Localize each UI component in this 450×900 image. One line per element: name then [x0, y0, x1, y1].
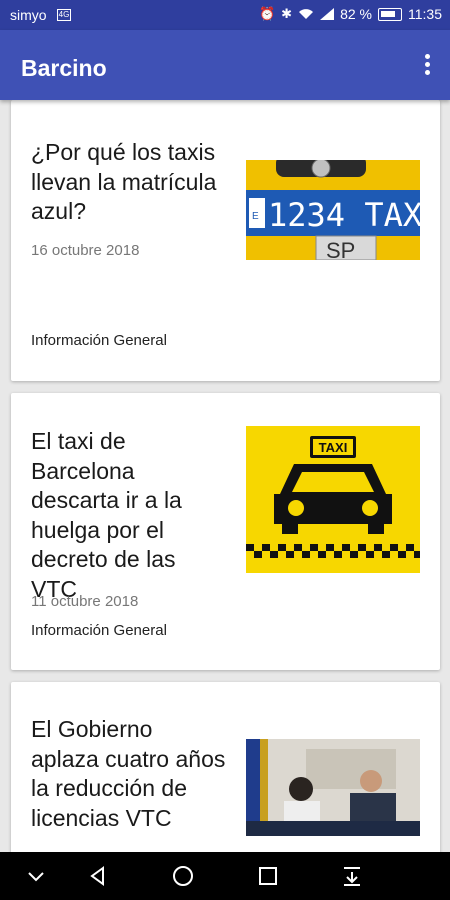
article-feed[interactable]: ¿Por qué los taxis llevan la matrícula a… [0, 100, 450, 852]
app-bar: Barcino [0, 30, 450, 100]
article-thumbnail[interactable]: E 1234 TAX SP [246, 160, 420, 260]
article-card[interactable]: El taxi de Barcelona descarta ir a la hu… [11, 393, 440, 670]
app-title: Barcino [21, 55, 107, 81]
alarm-icon: ⏰ [258, 6, 276, 21]
signal-icon [320, 8, 335, 20]
wifi-icon [299, 9, 314, 19]
article-card[interactable]: ¿Por qué los taxis llevan la matrícula a… [11, 100, 440, 381]
notification-pull-icon[interactable] [340, 864, 364, 888]
chevron-down-icon[interactable] [24, 864, 48, 888]
carrier-label: simyo [10, 7, 47, 23]
taxi-illustration: TAXI [246, 426, 420, 573]
system-navigation-bar [0, 852, 450, 900]
vibrate-icon: ✱ [281, 6, 293, 21]
plate-number: 1234 TAX [268, 196, 420, 234]
clock: 11:35 [408, 6, 442, 22]
article-category: Información General [31, 332, 167, 349]
press-conference-photo [246, 739, 420, 836]
back-icon[interactable] [86, 864, 110, 888]
plate-region: SP [326, 238, 355, 260]
taxi-sign-text: TAXI [319, 440, 348, 455]
article-title[interactable]: El taxi de Barcelona descarta ir a la hu… [31, 427, 226, 604]
recent-apps-icon[interactable] [256, 864, 280, 888]
article-title[interactable]: El Gobierno aplaza cuatro años la reducc… [31, 715, 226, 833]
article-date: 11 octubre 2018 [31, 593, 139, 610]
article-date: 16 octubre 2018 [31, 242, 140, 259]
menu-dot-icon [424, 54, 430, 59]
status-icons: ⏰ ✱ 82 % 11:35 [259, 6, 442, 22]
sim-icon: 4G [57, 9, 71, 21]
article-category: Información General [31, 622, 167, 639]
article-thumbnail[interactable]: TAXI [246, 426, 420, 573]
article-thumbnail[interactable] [246, 739, 420, 836]
battery-percent: 82 % [340, 6, 372, 22]
menu-dot-icon [424, 62, 430, 67]
status-bar: simyo 4G ⏰ ✱ 82 % 11:35 [0, 0, 450, 30]
menu-dot-icon [424, 70, 430, 75]
svg-text:E: E [252, 211, 259, 222]
license-plate-image: E 1234 TAX SP [246, 160, 420, 260]
home-icon[interactable] [171, 864, 195, 888]
article-card[interactable]: El Gobierno aplaza cuatro años la reducc… [11, 682, 440, 852]
overflow-menu-button[interactable] [418, 52, 436, 78]
article-title[interactable]: ¿Por qué los taxis llevan la matrícula a… [31, 138, 226, 227]
battery-icon [378, 7, 402, 21]
